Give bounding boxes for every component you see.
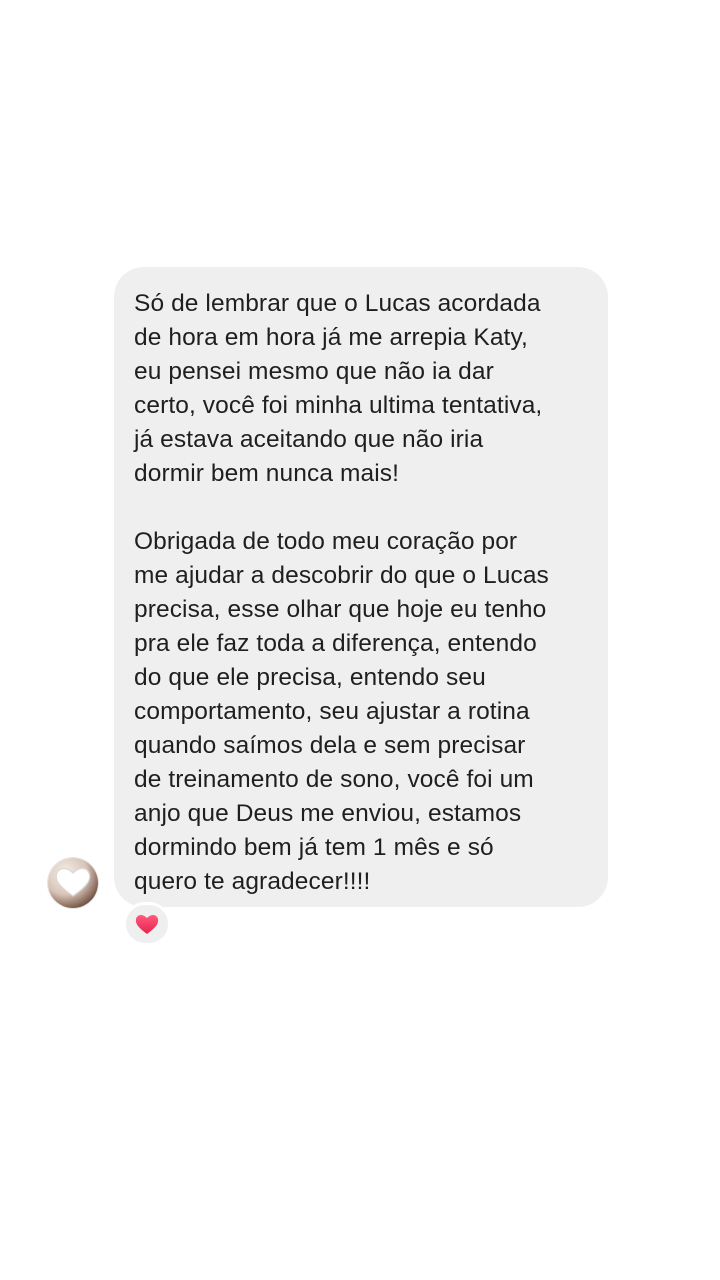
message-paragraph-2: Obrigada de todo meu coração por me ajud…: [134, 528, 549, 895]
sender-avatar[interactable]: [48, 858, 98, 908]
message-paragraph-1: Só de lembrar que o Lucas acordada de ho…: [134, 290, 543, 487]
heart-icon: [135, 915, 159, 934]
chat-thread: Só de lembrar que o Lucas acordada de ho…: [0, 0, 720, 1280]
message-bubble[interactable]: Só de lembrar que o Lucas acordada de ho…: [114, 267, 608, 907]
message-reaction[interactable]: [123, 902, 171, 946]
white-heart-icon: [55, 867, 91, 897]
